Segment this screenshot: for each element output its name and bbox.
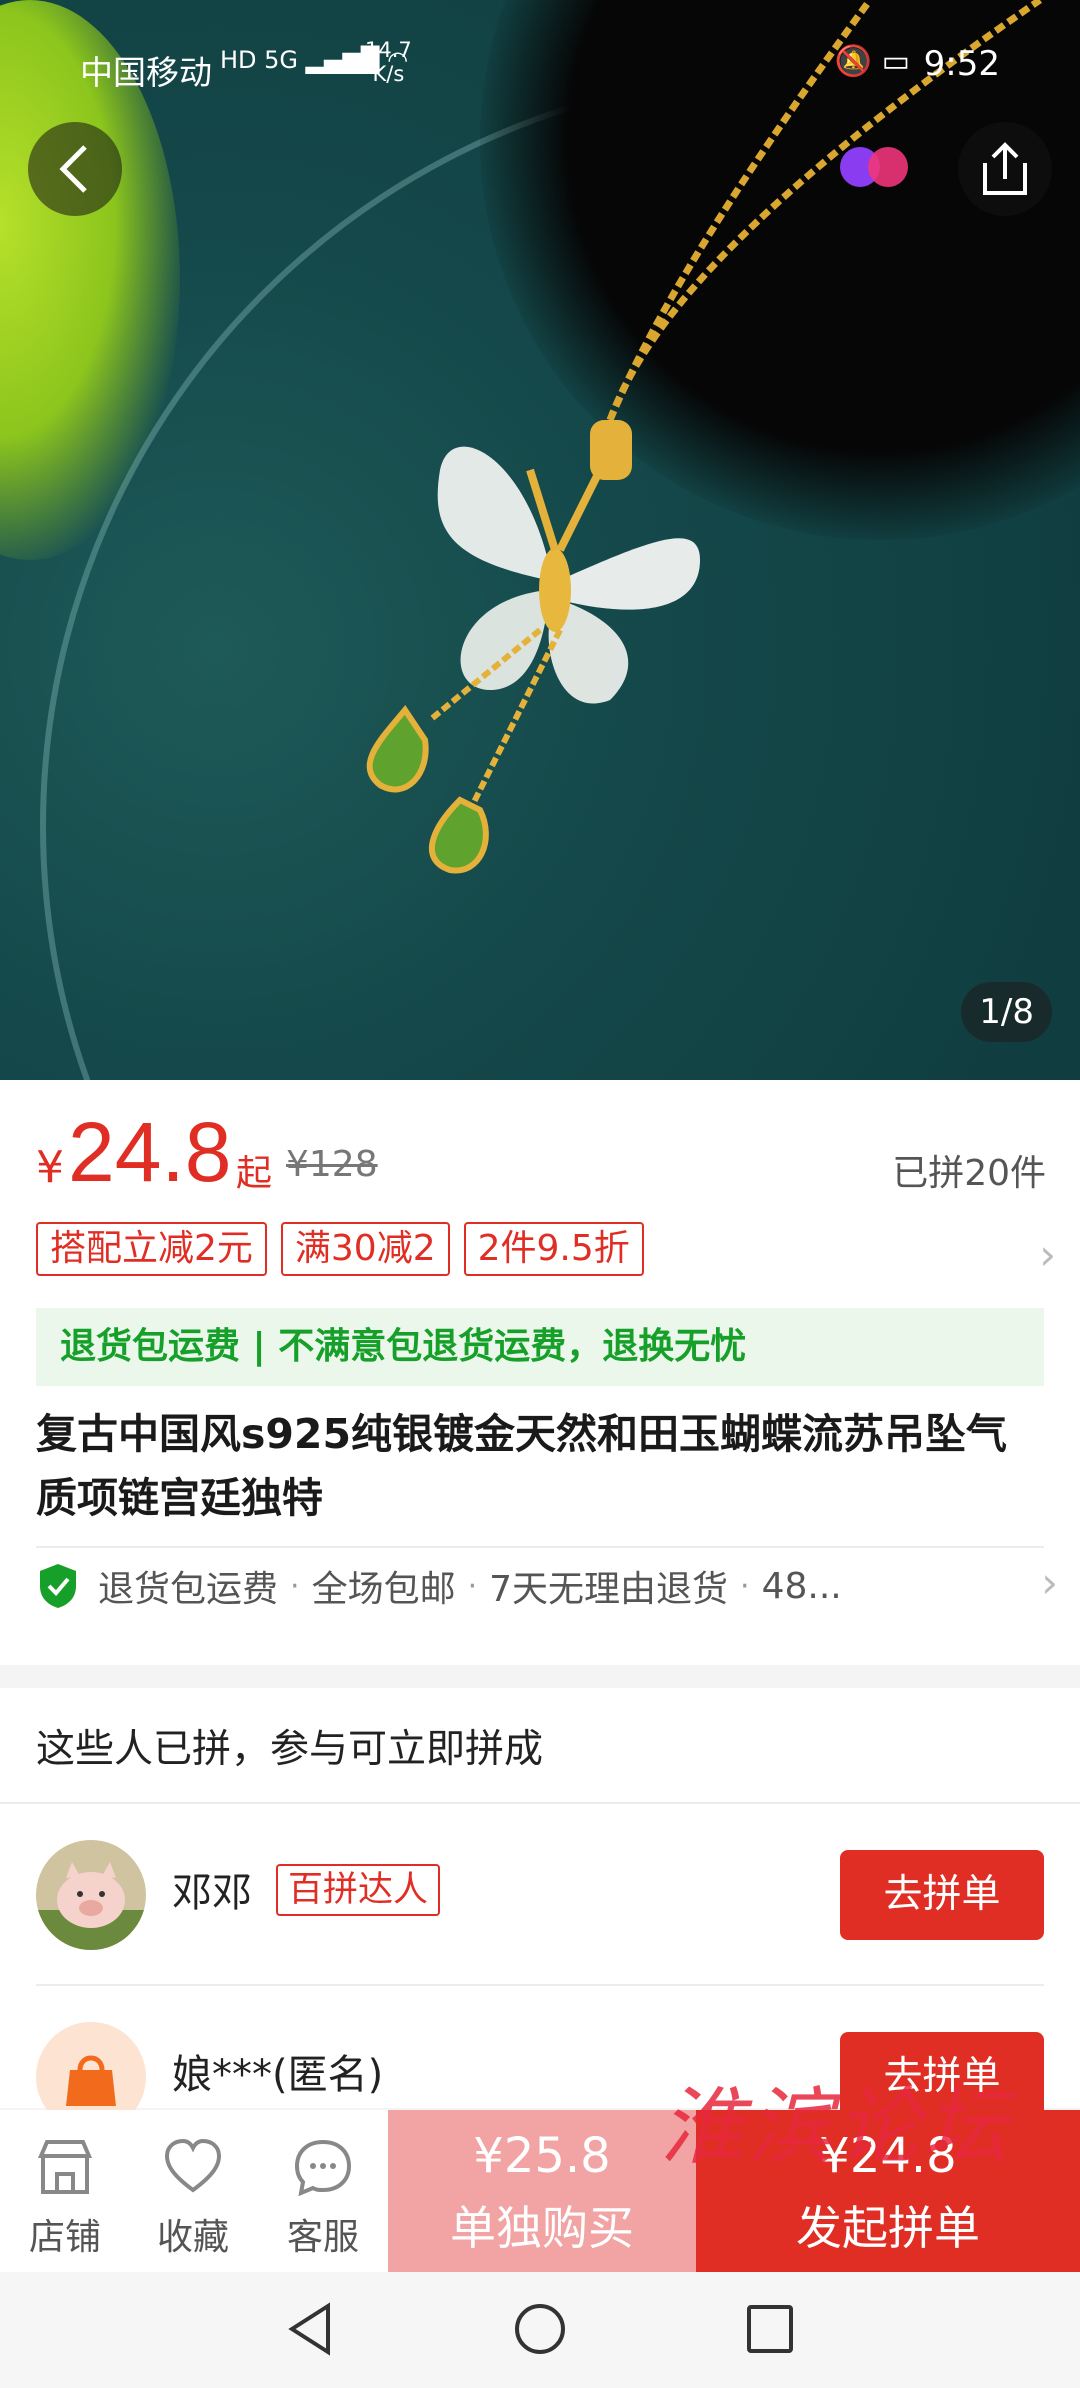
- chevron-left-icon: [59, 145, 87, 193]
- promo-tag[interactable]: 满30减2: [280, 1222, 450, 1276]
- sold-count: 已拼20件: [892, 1153, 1046, 1194]
- heart-icon: [164, 2138, 222, 2193]
- pig-avatar-icon: [36, 1840, 146, 1950]
- service-item: 退货包运费: [98, 1569, 279, 1610]
- member-badge: 百拼达人: [276, 1864, 441, 1916]
- promotion-tags[interactable]: 搭配立减2元 满30减2 2件9.5折: [36, 1222, 644, 1276]
- forum-watermark: 淮滨论坛: [660, 2078, 1013, 2176]
- group-member-row[interactable]: 邓邓 百拼达人 去拼单: [0, 1804, 1080, 1984]
- nav-home-icon[interactable]: [512, 2300, 568, 2358]
- promo-tag[interactable]: 2件9.5折: [463, 1222, 644, 1276]
- separator-dot: ·: [290, 1568, 300, 1604]
- single-label: 单独购买: [450, 2201, 634, 2255]
- return-guarantee-banner: 退货包运费 | 不满意包退货运费，退换无忧: [36, 1308, 1044, 1386]
- system-nav-bar: [0, 2272, 1080, 2388]
- original-price: ¥128: [286, 1144, 378, 1185]
- promo-tag[interactable]: 搭配立减2元: [36, 1222, 267, 1276]
- currency-symbol: ¥: [36, 1142, 64, 1193]
- carrier-name: 中国移动: [80, 53, 212, 92]
- join-group-button[interactable]: 去拼单: [840, 1850, 1044, 1940]
- chat-bubble-icon: [294, 2139, 352, 2197]
- store-button[interactable]: 店铺: [0, 2110, 130, 2272]
- speed-unit: K/s: [372, 62, 405, 86]
- group-label: 发起拼单: [796, 2201, 980, 2255]
- buy-alone-button[interactable]: ¥25.8 单独购买: [388, 2110, 696, 2272]
- current-price: 24.8: [68, 1105, 232, 1199]
- status-bar: 中国移动 HD 5G ▂▄▆█ ◠ 14.7 K/s 🔕 ▭ 9:52: [0, 0, 1080, 130]
- image-page-indicator: 1/8: [961, 982, 1052, 1042]
- chevron-right-icon[interactable]: ›: [1039, 1230, 1056, 1279]
- service-guarantees[interactable]: 退货包运费 · 全场包邮 · 7天无理由退货 · 48... ›: [36, 1548, 1058, 1624]
- service-item: 全场包邮: [311, 1569, 456, 1610]
- service-item: 48...: [761, 1565, 842, 1607]
- share-icon: [983, 142, 1027, 195]
- product-image[interactable]: 中国移动 HD 5G ▂▄▆█ ◠ 14.7 K/s 🔕 ▭ 9:52 1/8: [0, 0, 1080, 1080]
- store-label: 店铺: [28, 2217, 101, 2258]
- product-title: 复古中国风s925纯银镀金天然和田玉蝴蝶流苏吊坠气质项链宫廷独特: [36, 1410, 1007, 1522]
- favorite-button[interactable]: 收藏: [128, 2110, 258, 2272]
- network-speed: 14.7 K/s: [365, 38, 412, 86]
- member-name: 邓邓: [172, 1870, 252, 1916]
- mute-battery-icons: 🔕 ▭: [834, 44, 910, 79]
- shield-check-icon: [40, 1564, 76, 1608]
- avatar: [36, 1840, 146, 1950]
- group-buy-heading: 这些人已拼，参与可立即拼成: [36, 1727, 544, 1772]
- share-button[interactable]: [958, 122, 1052, 216]
- member-name: 娘***(匿名): [172, 2052, 384, 2098]
- favorite-label: 收藏: [156, 2217, 229, 2258]
- group-buy-section: 这些人已拼，参与可立即拼成 邓邓 百拼达人 去拼单 娘***(匿名) 去拼单: [0, 1688, 1080, 2132]
- product-info: ¥ 24.8 起 ¥128 已拼20件 搭配立减2元 满30减2 2件9.5折 …: [0, 1080, 1080, 1665]
- price-suffix: 起: [236, 1153, 273, 1194]
- single-price: ¥25.8: [473, 2128, 611, 2184]
- nav-back-icon[interactable]: [284, 2300, 336, 2358]
- chevron-right-icon[interactable]: ›: [1041, 1558, 1058, 1607]
- service-item: 7天无理由退货: [489, 1569, 729, 1610]
- customer-service-button[interactable]: 客服: [258, 2110, 388, 2272]
- separator-dot: ·: [740, 1568, 750, 1604]
- price-row: ¥ 24.8 起 ¥128 已拼20件: [36, 1105, 1046, 1199]
- customer-service-label: 客服: [286, 2217, 359, 2258]
- pinduoduo-logo-icon[interactable]: [838, 143, 912, 191]
- back-button[interactable]: [28, 122, 122, 216]
- speed-value: 14.7: [365, 38, 412, 62]
- store-icon: [37, 2140, 93, 2194]
- clock: 9:52: [923, 44, 1000, 84]
- network-type: HD 5G: [220, 46, 299, 74]
- pendant-illustration: [366, 0, 1042, 874]
- nav-recents-icon[interactable]: [744, 2300, 796, 2358]
- separator-dot: ·: [467, 1568, 478, 1604]
